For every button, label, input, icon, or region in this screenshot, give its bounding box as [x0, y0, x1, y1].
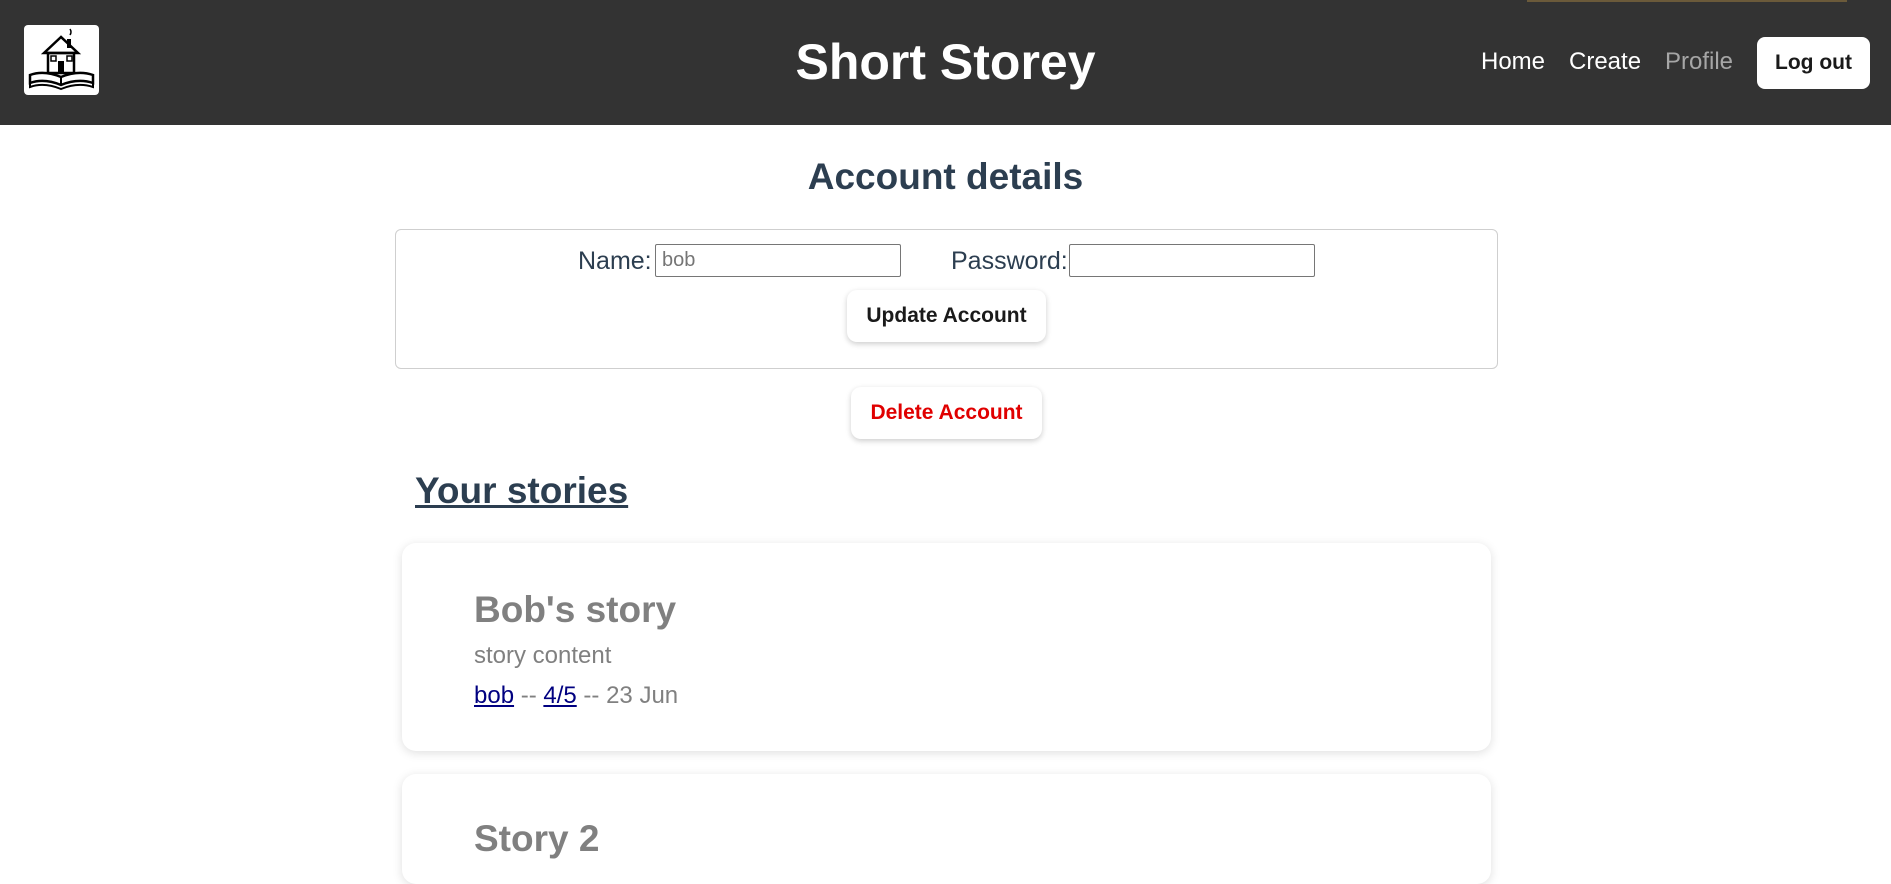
meta-separator: -- — [583, 682, 600, 709]
story-rating-link[interactable]: 4/5 — [543, 682, 576, 709]
nav-profile-link[interactable]: Profile — [1665, 36, 1733, 88]
story-content: story content — [474, 642, 612, 669]
story-card[interactable]: Bob's story story content bob -- 4/5 -- … — [402, 543, 1491, 751]
logout-button[interactable]: Log out — [1757, 37, 1870, 89]
nav-create-link[interactable]: Create — [1569, 36, 1641, 88]
name-input[interactable] — [655, 244, 901, 277]
story-date: 23 Jun — [606, 682, 679, 709]
story-meta: bob -- 4/5 -- 23 Jun — [474, 681, 678, 711]
topbar-accent-strip — [1527, 0, 1847, 2]
nav-home-link[interactable]: Home — [1481, 36, 1545, 88]
top-navbar: Short Storey Home Create Profile Log out — [0, 0, 1891, 125]
page-title: Account details — [807, 156, 1084, 197]
meta-separator: -- — [520, 682, 537, 709]
password-label: Password: — [951, 247, 1068, 275]
story-author-link[interactable]: bob — [474, 682, 514, 709]
story-title[interactable]: Story 2 — [474, 816, 599, 862]
password-input[interactable] — [1069, 244, 1315, 277]
your-stories-heading: Your stories — [415, 470, 629, 511]
name-label: Name: — [578, 247, 652, 275]
update-account-button[interactable]: Update Account — [847, 290, 1046, 342]
delete-account-button[interactable]: Delete Account — [851, 387, 1042, 439]
story-title[interactable]: Bob's story — [474, 587, 676, 633]
story-card[interactable]: Story 2 — [402, 774, 1491, 884]
